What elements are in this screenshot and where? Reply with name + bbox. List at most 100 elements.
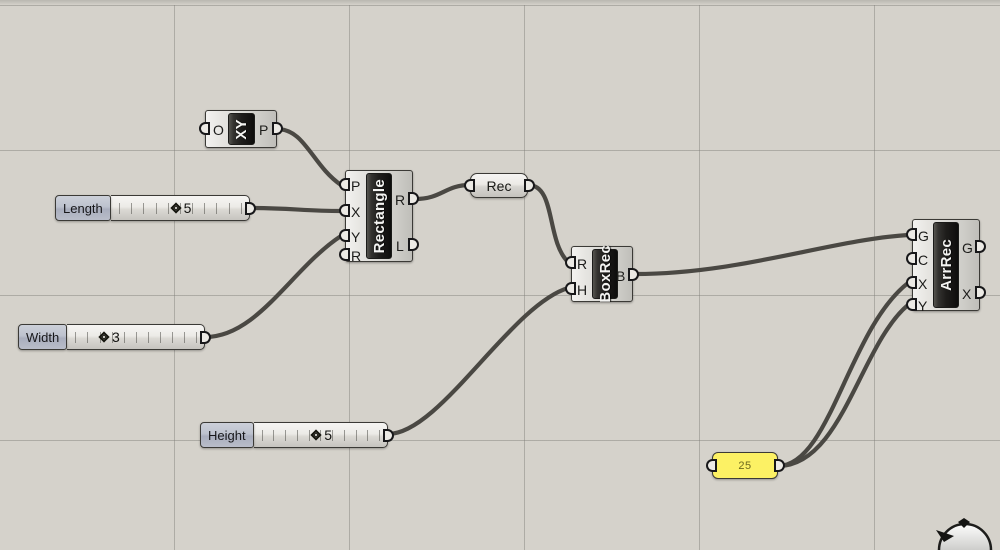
slider-width-ticks (67, 332, 204, 343)
arrrec-output-grip-G[interactable] (975, 240, 986, 253)
slider-tick (143, 203, 145, 214)
wire-layer (202, 126, 911, 469)
rectangle-input-grip-Y[interactable] (339, 229, 350, 242)
rectangle-input-label-X: X (351, 204, 361, 220)
slider-tick (159, 332, 161, 343)
slider-tick (119, 203, 121, 214)
slider-height-track[interactable]: 5 (253, 422, 388, 448)
slider-tick (195, 332, 197, 343)
slider-width-track[interactable]: 3 (67, 324, 205, 350)
slider-length-label-box: Length (55, 195, 111, 221)
slider-width-output-grip[interactable] (200, 331, 211, 344)
slider-tick (228, 203, 230, 214)
component-arrrec[interactable]: ArrRec G C X Y G X (906, 219, 986, 314)
slider-tick (131, 203, 133, 214)
compass-icon[interactable] (930, 512, 1000, 550)
canvas-top-edge (0, 0, 1000, 5)
boxrec-output-grip-B[interactable] (628, 268, 639, 281)
slider-height-output-grip[interactable] (383, 429, 394, 442)
wire-xy-to-rectangle (274, 126, 344, 188)
slider-height-handle-icon[interactable] (310, 429, 322, 441)
arrrec-caption-text: ArrRec (937, 239, 955, 291)
slider-tick (171, 332, 173, 343)
boxrec-caption-text: BoxRec (596, 245, 614, 303)
parameter-rec-input-grip[interactable] (464, 179, 475, 192)
slider-tick (204, 203, 206, 214)
wire-width-to-rectangle-y (202, 233, 344, 340)
slider-length-handle-icon[interactable] (169, 202, 182, 214)
slider-tick (123, 332, 125, 343)
number-panel-value: 25 (738, 459, 752, 472)
arrrec-input-grip-X[interactable] (906, 276, 917, 289)
slider-tick (192, 203, 194, 214)
boxrec-output-label-B: B (616, 268, 626, 284)
wire-length-to-rectangle-x (247, 205, 344, 214)
wire-count-to-arrrec-y (775, 302, 911, 469)
slider-height-label: Height (208, 427, 246, 443)
slider-tick (155, 203, 157, 214)
slider-tick (296, 430, 298, 441)
slider-length[interactable]: Length 5 (55, 195, 250, 221)
component-boxrec[interactable]: BoxRec R H B (565, 245, 639, 303)
wire-height-to-boxrec-h (385, 285, 571, 437)
rectangle-caption: Rectangle (366, 173, 392, 259)
slider-tick (135, 332, 137, 343)
slider-tick (285, 430, 287, 441)
boxrec-input-label-R: R (577, 256, 588, 272)
boxrec-input-grip-R[interactable] (565, 256, 576, 269)
slider-tick (378, 430, 380, 441)
arrrec-input-grip-G[interactable] (906, 228, 917, 241)
grasshopper-canvas[interactable]: XY O P Rectangle P X Y R R L Rec BoxRec … (0, 0, 1000, 550)
rectangle-input-label-R: R (351, 248, 362, 264)
rectangle-input-grip-X[interactable] (339, 204, 350, 217)
slider-length-value: 5 (183, 200, 192, 216)
arrrec-input-label-Y: Y (918, 298, 928, 314)
wire-rectangle-to-rec (412, 182, 473, 202)
slider-tick (167, 203, 169, 214)
component-rectangle[interactable]: Rectangle P X Y R R L (339, 170, 419, 264)
slider-height[interactable]: Height 5 (200, 422, 388, 448)
rectangle-input-label-P: P (351, 178, 361, 194)
slider-width-label-box: Width (18, 324, 68, 350)
slider-tick (261, 430, 263, 441)
parameter-rec[interactable]: Rec (470, 173, 528, 198)
arrrec-input-grip-Y[interactable] (906, 298, 917, 311)
rectangle-output-label-R: R (395, 192, 406, 208)
parameter-rec-output-grip[interactable] (524, 179, 535, 192)
arrrec-output-label-X: X (962, 286, 972, 302)
rectangle-output-grip-L[interactable] (408, 238, 419, 251)
slider-tick (355, 430, 357, 441)
slider-length-label: Length (63, 200, 103, 216)
slider-width-handle-icon[interactable] (98, 331, 110, 343)
xy-plane-caption-text: XY (233, 118, 250, 140)
slider-tick (367, 430, 369, 441)
boxrec-input-label-H: H (577, 282, 588, 298)
slider-width[interactable]: Width 3 (18, 324, 205, 350)
arrrec-output-label-G: G (962, 240, 973, 256)
number-panel-count[interactable]: 25 (712, 452, 778, 479)
arrrec-input-grip-C[interactable] (906, 252, 917, 265)
navigation-compass[interactable] (930, 512, 1000, 550)
rectangle-input-grip-P[interactable] (339, 178, 350, 191)
slider-length-output-grip[interactable] (245, 202, 256, 215)
rectangle-output-grip-R[interactable] (408, 192, 419, 205)
slider-width-value: 3 (112, 329, 120, 345)
xy-plane-caption: XY (228, 113, 255, 145)
arrrec-output-grip-X[interactable] (975, 286, 986, 299)
slider-tick (343, 430, 345, 441)
rectangle-input-grip-R[interactable] (339, 248, 350, 261)
boxrec-input-grip-H[interactable] (565, 282, 576, 295)
slider-tick (75, 332, 77, 343)
number-panel-output-grip[interactable] (774, 459, 785, 472)
slider-tick (147, 332, 149, 343)
wire-count-to-arrrec-x (775, 280, 911, 469)
arrrec-input-label-X: X (918, 276, 928, 292)
wire-boxrec-to-arrrec-g (632, 232, 911, 277)
component-xy-plane[interactable]: XY O P (199, 110, 283, 148)
slider-tick (183, 332, 185, 343)
xy-plane-output-grip-P[interactable] (272, 122, 283, 135)
number-panel-input-grip[interactable] (706, 459, 717, 472)
slider-length-track[interactable]: 5 (110, 195, 250, 221)
wire-rec-to-boxrec-r (525, 182, 571, 265)
xy-plane-input-grip-O[interactable] (199, 122, 210, 135)
